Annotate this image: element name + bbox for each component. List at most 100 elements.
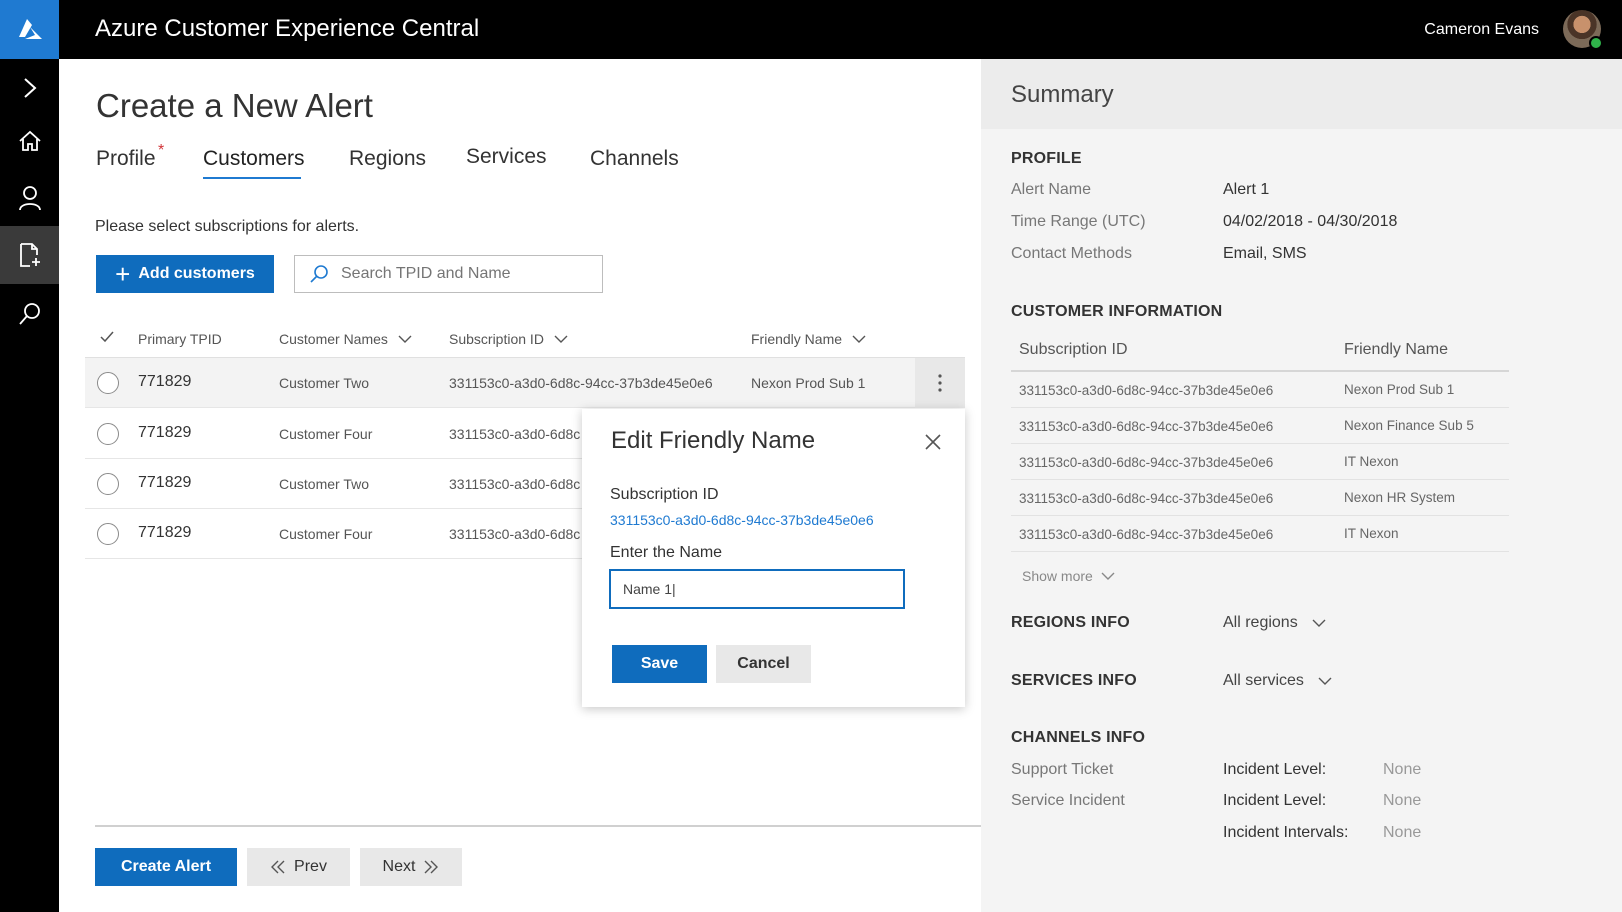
friendly-name-input[interactable] — [609, 569, 905, 609]
left-nav-rail — [0, 59, 59, 912]
tab-customers[interactable]: Customers — [203, 147, 305, 171]
row-subscription-id: 331153c0-a3d0-6d8c — [449, 526, 581, 542]
footer-divider — [95, 825, 981, 827]
tab-channels[interactable]: Channels — [590, 147, 679, 171]
row-radio[interactable] — [97, 423, 119, 445]
select-all-checkbox[interactable] — [100, 331, 114, 343]
row-radio[interactable] — [97, 523, 119, 545]
incident-intervals-value: None — [1383, 824, 1422, 841]
tab-services[interactable]: Services — [466, 145, 547, 169]
user-name[interactable]: Cameron Evans — [1424, 21, 1539, 39]
search-icon — [18, 303, 40, 325]
name-field-label: Enter the Name — [610, 544, 723, 561]
summary-row: 331153c0-a3d0-6d8c-94cc-37b3de45e0e6 IT … — [1011, 516, 1509, 552]
edit-friendly-name-dialog: Edit Friendly Name Subscription ID 33115… — [582, 409, 965, 707]
cancel-button[interactable]: Cancel — [716, 645, 811, 683]
prev-button[interactable]: Prev — [247, 848, 350, 886]
nav-profile[interactable] — [0, 169, 59, 227]
show-more-button[interactable]: Show more — [1022, 568, 1115, 584]
row-tpid: 771829 — [138, 373, 192, 390]
time-range-value: 04/02/2018 - 04/30/2018 — [1223, 213, 1398, 230]
summary-row-subscription: 331153c0-a3d0-6d8c-94cc-37b3de45e0e6 — [1019, 491, 1274, 506]
services-value: All services — [1223, 672, 1304, 689]
search-icon — [310, 265, 328, 283]
double-chevron-right-icon — [424, 860, 439, 874]
home-icon — [18, 130, 41, 151]
services-dropdown[interactable]: All services — [1223, 672, 1332, 690]
add-customers-button[interactable]: + Add customers — [96, 255, 274, 293]
table-row[interactable]: 771829 Customer Two 331153c0-a3d0-6d8c-9… — [85, 358, 965, 408]
row-subscription-id: 331153c0-a3d0-6d8c — [449, 476, 581, 492]
column-header-label: Friendly Name — [751, 331, 843, 347]
chevron-down-icon — [398, 335, 412, 343]
nav-home[interactable] — [0, 112, 59, 170]
summary-header: Summary — [981, 59, 1622, 129]
summary-panel: Summary PROFILE Alert Name Alert 1 Time … — [981, 59, 1622, 912]
chevron-down-icon — [1101, 572, 1115, 580]
chevron-down-icon — [852, 335, 866, 343]
nav-new-alert[interactable] — [0, 226, 59, 284]
summary-row-subscription: 331153c0-a3d0-6d8c-94cc-37b3de45e0e6 — [1019, 383, 1274, 398]
incident-level-value: None — [1383, 761, 1422, 778]
online-status-icon — [1589, 36, 1603, 50]
close-icon — [925, 434, 941, 450]
next-button[interactable]: Next — [360, 848, 462, 886]
summary-row: 331153c0-a3d0-6d8c-94cc-37b3de45e0e6 Nex… — [1011, 408, 1509, 444]
row-subscription-id: 331153c0-a3d0-6d8c-94cc-37b3de45e0e6 — [449, 375, 713, 391]
subscription-id-value[interactable]: 331153c0-a3d0-6d8c-94cc-37b3de45e0e6 — [610, 512, 874, 528]
customer-info-heading: CUSTOMER INFORMATION — [1011, 303, 1223, 320]
page-title: Create a New Alert — [96, 87, 373, 124]
summary-row: 331153c0-a3d0-6d8c-94cc-37b3de45e0e6 IT … — [1011, 444, 1509, 480]
nav-search[interactable] — [0, 285, 59, 343]
column-header-label: Subscription ID — [449, 331, 544, 347]
row-tpid: 771829 — [138, 524, 192, 541]
row-radio[interactable] — [97, 372, 119, 394]
save-button[interactable]: Save — [612, 645, 707, 683]
search-box[interactable] — [294, 255, 603, 293]
tab-profile[interactable]: Profile — [96, 147, 156, 171]
plus-icon: + — [115, 259, 131, 289]
new-document-icon — [19, 243, 40, 267]
row-friendly-name: Nexon Prod Sub 1 — [751, 375, 866, 391]
avatar[interactable] — [1563, 10, 1603, 50]
close-button[interactable] — [922, 431, 944, 453]
search-input[interactable] — [341, 265, 581, 283]
column-header-label: Primary TPID — [138, 331, 222, 347]
row-more-button[interactable] — [915, 358, 965, 408]
incident-level-value: None — [1383, 792, 1422, 809]
tab-regions[interactable]: Regions — [349, 147, 426, 171]
summary-row: 331153c0-a3d0-6d8c-94cc-37b3de45e0e6 Nex… — [1011, 480, 1509, 516]
channels-heading: CHANNELS INFO — [1011, 729, 1146, 746]
required-mark: * — [158, 142, 165, 159]
column-header-tpid[interactable]: Primary TPID — [138, 331, 222, 347]
prev-label: Prev — [294, 858, 327, 875]
instruction-text: Please select subscriptions for alerts. — [95, 218, 360, 235]
column-header-friendly-name[interactable]: Friendly Name — [751, 331, 866, 347]
create-alert-button[interactable]: Create Alert — [95, 848, 237, 886]
row-radio[interactable] — [97, 473, 119, 495]
contact-methods-label: Contact Methods — [1011, 245, 1132, 262]
summary-row-subscription: 331153c0-a3d0-6d8c-94cc-37b3de45e0e6 — [1019, 527, 1274, 542]
contact-methods-value: Email, SMS — [1223, 245, 1307, 262]
next-label: Next — [382, 858, 416, 875]
azure-logo-icon[interactable] — [0, 0, 59, 59]
regions-heading: REGIONS INFO — [1011, 614, 1130, 631]
alert-name-value: Alert 1 — [1223, 181, 1270, 198]
chevron-down-icon — [1318, 677, 1332, 685]
time-range-label: Time Range (UTC) — [1011, 213, 1146, 230]
subscription-id-label: Subscription ID — [610, 486, 719, 503]
summary-row-friendly-name: Nexon Prod Sub 1 — [1344, 382, 1455, 397]
regions-dropdown[interactable]: All regions — [1223, 614, 1326, 632]
summary-row-friendly-name: IT Nexon — [1344, 526, 1399, 541]
column-header-customer-names[interactable]: Customer Names — [279, 331, 412, 347]
summary-row-friendly-name: IT Nexon — [1344, 454, 1399, 469]
expand-nav-button[interactable] — [0, 59, 59, 117]
summary-row-subscription: 331153c0-a3d0-6d8c-94cc-37b3de45e0e6 — [1019, 455, 1274, 470]
column-header-subscription-id[interactable]: Subscription ID — [449, 331, 568, 347]
dialog-title: Edit Friendly Name — [611, 427, 816, 454]
support-ticket-label: Support Ticket — [1011, 761, 1114, 778]
row-tpid: 771829 — [138, 424, 192, 441]
add-customers-label: Add customers — [138, 265, 255, 282]
summary-row-friendly-name: Nexon HR System — [1344, 490, 1456, 505]
services-heading: SERVICES INFO — [1011, 672, 1137, 689]
